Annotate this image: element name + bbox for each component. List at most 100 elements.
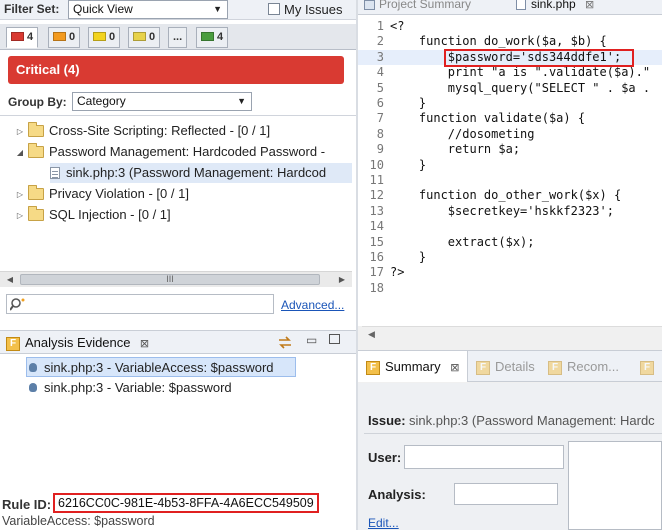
code-line[interactable]: 14 <box>358 219 662 234</box>
editor-horizontal-scrollbar[interactable]: ◀ <box>362 326 662 342</box>
tab-all[interactable]: 4 <box>196 27 229 48</box>
chevron-down-icon: ▼ <box>213 4 222 14</box>
code-text: ?> <box>390 265 405 280</box>
bug-icon <box>29 363 37 373</box>
tab-count: 4 <box>27 31 34 43</box>
chevron-right-icon[interactable]: ▷ <box>14 185 26 205</box>
evidence-row[interactable]: sink.php:3 - VariableAccess: $password <box>26 357 296 377</box>
code-line[interactable]: 16 } <box>358 250 662 265</box>
rule-id-label: Rule ID: <box>2 497 52 512</box>
code-line[interactable]: 5 mysql_query("SELECT " . $a . <box>358 81 662 96</box>
close-icon[interactable]: ⊠ <box>450 362 459 374</box>
tab-sink-php[interactable]: sink.php ⊠ <box>516 0 594 11</box>
code-line[interactable]: 17 ?> <box>358 265 662 280</box>
divider <box>364 433 662 434</box>
code-line[interactable]: 4 print "a is ".validate($a)." <box>358 65 662 80</box>
issue-label: Issue: <box>368 413 406 428</box>
tab-recommendations[interactable]: F Recom... <box>548 351 619 382</box>
tab-details[interactable]: F Details <box>476 351 535 382</box>
filter-bar: Filter Set: Quick View ▼ My Issues <box>0 0 356 20</box>
code-text: function validate($a) { <box>390 111 586 126</box>
tree-item-sink-php-3[interactable]: sink.php:3 (Password Management: Hardcod <box>50 163 352 183</box>
code-text: $password='sds344ddfe1'; <box>390 49 622 64</box>
line-number: 3 <box>376 49 384 64</box>
tree-item-sql-injection[interactable]: ▷ SQL Injection - [0 / 1] <box>14 205 171 225</box>
search-input[interactable] <box>6 294 274 314</box>
advanced-link[interactable]: Advanced... <box>281 298 344 312</box>
line-number: 7 <box>376 111 384 126</box>
tree-item-password[interactable]: ◢ Password Management: Hardcoded Password… <box>14 142 325 162</box>
code-line[interactable]: 1 <? <box>358 19 662 34</box>
edit-link[interactable]: Edit... <box>368 516 399 530</box>
code-text: //dosometing <box>390 126 535 141</box>
evidence-row[interactable]: sink.php:3 - Variable: $password <box>26 378 232 398</box>
code-line[interactable]: 12 function do_other_work($x) { <box>358 188 662 203</box>
line-number: 12 <box>369 188 384 203</box>
close-icon[interactable]: ⊠ <box>140 338 149 350</box>
filter-set-value: Quick View <box>73 2 133 16</box>
summary-panel: Issue: sink.php:3 (Password Management: … <box>358 383 662 530</box>
scroll-right-icon[interactable]: ▶ <box>334 272 350 287</box>
sync-arrows-icon[interactable] <box>277 336 293 349</box>
tree-item-privacy[interactable]: ▷ Privacy Violation - [0 / 1] <box>14 184 189 204</box>
code-text: print "a is ".validate($a)." <box>390 65 651 80</box>
chevron-expanded-icon[interactable]: ◢ <box>14 143 26 163</box>
user-field[interactable] <box>404 445 564 469</box>
line-number: 13 <box>369 203 384 218</box>
scroll-left-icon[interactable]: ◀ <box>368 329 375 340</box>
tab-low[interactable]: 0 <box>128 27 161 48</box>
chevron-right-icon[interactable]: ▷ <box>14 206 26 226</box>
code-line[interactable]: 11 <box>358 173 662 188</box>
code-line[interactable]: 3 $password='sds344ddfe1'; <box>358 49 662 65</box>
scroll-left-icon[interactable]: ◀ <box>2 272 18 287</box>
my-issues-label: My Issues <box>284 2 343 17</box>
code-text: extract($x); <box>390 234 535 249</box>
code-line[interactable]: 10 } <box>358 158 662 173</box>
code-line[interactable]: 15 extract($x); <box>358 235 662 250</box>
filter-set-dropdown[interactable]: Quick View ▼ <box>68 0 228 19</box>
chevron-right-icon[interactable]: ▷ <box>14 122 26 142</box>
code-line[interactable]: 18 <box>358 281 662 296</box>
evidence-row-label: sink.php:3 - Variable: $password <box>44 380 232 395</box>
close-icon[interactable]: ⊠ <box>585 0 594 11</box>
high-swatch-icon <box>53 31 66 41</box>
group-by-bar: Group By: Category ▼ <box>0 88 356 116</box>
group-by-dropdown[interactable]: Category ▼ <box>72 92 252 111</box>
line-number: 6 <box>376 96 384 110</box>
tab-medium[interactable]: 0 <box>88 27 121 48</box>
analysis-evidence-tab[interactable]: F Analysis Evidence ⊠ <box>6 335 149 351</box>
analysis-evidence-list: sink.php:3 - VariableAccess: $password s… <box>0 354 356 490</box>
code-editor[interactable]: 1 <? 2 function do_work($a, $b) {3 $passwo… <box>358 14 662 326</box>
tab-high[interactable]: 0 <box>48 27 81 48</box>
analysis-label: Analysis: <box>368 487 426 502</box>
my-issues-checkbox[interactable] <box>268 3 280 15</box>
tree-item-xss[interactable]: ▷ Cross-Site Scripting: Reflected - [0 / … <box>14 121 270 141</box>
tab-more[interactable]: ... <box>168 27 188 48</box>
fortify-icon: F <box>640 360 654 375</box>
tab-summary[interactable]: F Summary ⊠ <box>358 351 469 382</box>
analysis-dropdown[interactable] <box>454 483 558 505</box>
critical-header: Critical (4) <box>8 56 344 84</box>
maximize-icon[interactable] <box>329 334 340 344</box>
scroll-thumb[interactable]: III <box>20 274 320 285</box>
php-file-icon <box>516 0 526 11</box>
search-icon[interactable] <box>10 297 26 311</box>
tab-file-label: sink.php <box>531 0 576 11</box>
code-line[interactable]: 9 return $a; <box>358 142 662 157</box>
code-line[interactable]: 7 function validate($a) { <box>358 111 662 126</box>
tab-project-summary[interactable]: Project Summary <box>364 0 471 11</box>
code-line[interactable]: 2 function do_work($a, $b) { <box>358 34 662 49</box>
code-line[interactable]: 13 $secretkey='hskkf2323'; <box>358 204 662 219</box>
tree-horizontal-scrollbar[interactable]: ◀ III ▶ <box>0 271 352 287</box>
tab-overflow[interactable]: F <box>640 351 659 382</box>
fortify-icon: F <box>476 360 490 375</box>
code-line[interactable]: 8 //dosometing <box>358 127 662 142</box>
code-text: return $a; <box>390 142 521 157</box>
code-line[interactable]: 6 } <box>358 96 662 111</box>
tab-critical[interactable]: 4 <box>6 27 39 48</box>
comment-area[interactable] <box>568 441 662 530</box>
minimize-icon[interactable]: ▭ <box>306 333 317 347</box>
tab-summary-label: Summary <box>385 359 441 374</box>
analysis-evidence-header: F Analysis Evidence ⊠ ▭ <box>0 330 356 354</box>
line-number: 8 <box>376 126 384 141</box>
